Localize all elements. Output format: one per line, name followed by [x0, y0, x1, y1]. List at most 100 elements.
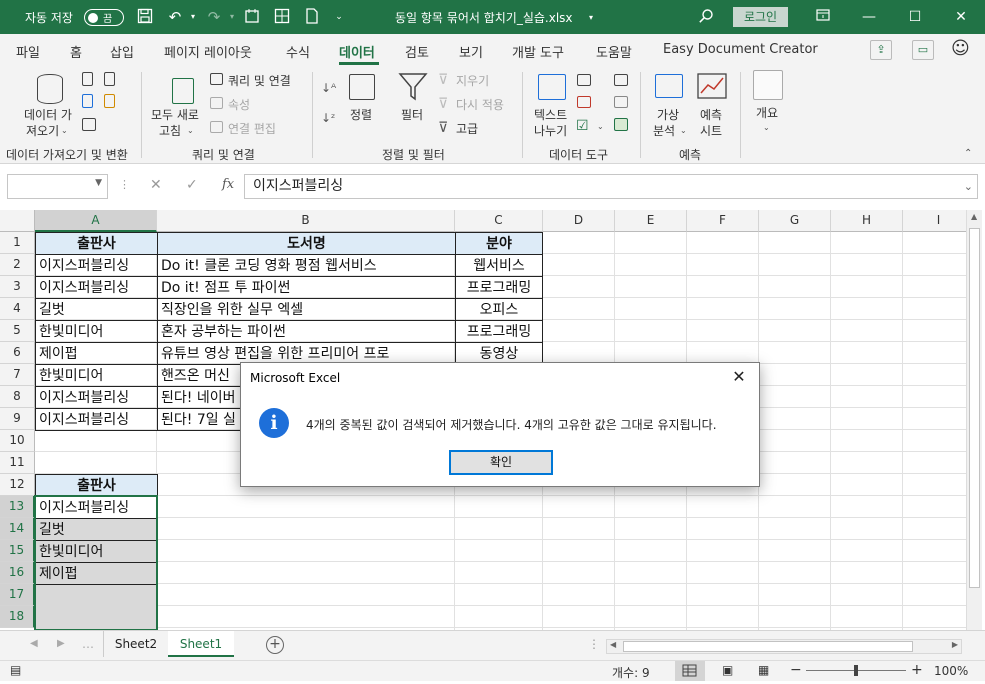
scroll-right-icon[interactable]: ▶ [952, 640, 958, 649]
text-to-columns-label-1[interactable]: 텍스트 [534, 106, 567, 123]
ok-button[interactable]: 확인 [449, 450, 553, 475]
forecast-label-2[interactable]: 시트 [700, 122, 722, 139]
column-header-b[interactable]: B [157, 210, 455, 232]
column-header-f[interactable]: F [687, 210, 759, 232]
undo-icon[interactable]: ↶ [166, 8, 184, 26]
column-header-e[interactable]: E [615, 210, 687, 232]
row-header[interactable]: 16 [0, 562, 35, 584]
relationships-icon[interactable] [614, 96, 628, 108]
horizontal-scroll-thumb[interactable] [623, 641, 913, 652]
normal-view-icon[interactable] [675, 661, 705, 681]
refresh-all-label-2[interactable]: 고침 [159, 122, 181, 139]
column-header-c[interactable]: C [455, 210, 543, 232]
whatif-dropdown-icon[interactable]: ⌄ [680, 123, 687, 139]
table-cell[interactable]: 이지스퍼블리싱 [35, 408, 158, 431]
save-icon[interactable] [136, 8, 154, 26]
table-cell[interactable]: 웹서비스 [455, 254, 543, 277]
autosave-toggle[interactable]: 끔 [84, 9, 124, 26]
row-header[interactable]: 8 [0, 386, 35, 408]
filter-button[interactable]: 필터 [401, 106, 423, 123]
row-header[interactable]: 7 [0, 364, 35, 386]
get-data-dropdown-icon[interactable]: ⌄ [61, 123, 68, 139]
sort-button[interactable]: 정렬 [350, 106, 372, 123]
clear-filter-button[interactable]: 지우기 [456, 72, 489, 89]
table-header-cell[interactable]: 출판사 [35, 232, 158, 255]
tab-page-layout[interactable]: 페이지 레이아웃 [164, 42, 252, 61]
column-header-g[interactable]: G [759, 210, 831, 232]
row-header[interactable]: 18 [0, 606, 35, 628]
table-cell[interactable]: 혼자 공부하는 파이썬 [157, 320, 456, 343]
whatif-label-2[interactable]: 분석 [653, 122, 675, 139]
table-cell[interactable]: 길벗 [35, 298, 158, 321]
table-cell[interactable]: Do it! 클론 코딩 영화 평점 웹서비스 [157, 254, 456, 277]
add-sheet-icon[interactable]: + [266, 636, 284, 654]
properties-button[interactable]: 속성 [228, 96, 250, 113]
queries-connections-button[interactable]: 쿼리 및 연결 [228, 72, 291, 89]
sort-descending-icon[interactable]: ↓ᶻ [321, 110, 335, 126]
get-data-label-2[interactable]: 져오기 [26, 122, 59, 139]
row-header[interactable]: 6 [0, 342, 35, 364]
row-header[interactable]: 3 [0, 276, 35, 298]
collapse-ribbon-icon[interactable]: ⌃ [964, 146, 972, 162]
tab-home[interactable]: 홈 [70, 42, 82, 61]
row-header[interactable]: 2 [0, 254, 35, 276]
outline-button[interactable]: 개요 [756, 104, 778, 121]
table-cell[interactable]: 프로그래밍 [455, 276, 543, 299]
whatif-label-1[interactable]: 가상 [657, 106, 679, 123]
formula-input[interactable]: 이지스퍼블리싱 ⌄ [244, 174, 978, 199]
new-file-icon[interactable] [303, 8, 321, 26]
dialog-close-icon[interactable]: ✕ [727, 365, 751, 389]
row-header[interactable]: 15 [0, 540, 35, 562]
table-header-cell[interactable]: 도서명 [157, 232, 456, 255]
unique-header-cell[interactable]: 출판사 [35, 474, 158, 497]
filename-dropdown-icon[interactable]: ▾ [582, 9, 600, 27]
zoom-in-icon[interactable]: + [911, 662, 923, 678]
search-icon[interactable] [697, 8, 715, 26]
flash-fill-icon[interactable] [577, 74, 591, 86]
table-cell[interactable]: 오피스 [455, 298, 543, 321]
feedback-smiley-icon[interactable]: ☺ [951, 38, 970, 59]
tab-data[interactable]: 데이터 [339, 42, 375, 61]
tab-file[interactable]: 파일 [16, 42, 40, 61]
row-header[interactable]: 1 [0, 232, 35, 254]
table-cell[interactable]: Do it! 점프 투 파이썬 [157, 276, 456, 299]
table-cell[interactable]: 이지스퍼블리싱 [35, 276, 158, 299]
existing-connections-icon[interactable] [82, 118, 96, 131]
insert-function-button[interactable]: fx [222, 177, 234, 192]
row-header[interactable]: 11 [0, 452, 35, 474]
text-to-columns-label-2[interactable]: 나누기 [534, 122, 567, 139]
column-header-d[interactable]: D [543, 210, 615, 232]
horizontal-scrollbar[interactable]: ◀ ▶ [606, 639, 962, 654]
table-cell[interactable]: 한빛미디어 [35, 364, 158, 387]
cancel-formula-icon[interactable]: ✕ [150, 177, 162, 193]
row-header[interactable]: 12 [0, 474, 35, 496]
name-box[interactable]: ▼ [7, 174, 108, 199]
remove-duplicates-icon[interactable] [577, 96, 591, 108]
sheet-next-icon[interactable]: ▶ [57, 638, 65, 649]
redo-dropdown-icon[interactable]: ▾ [223, 8, 241, 26]
table-header-cell[interactable]: 분야 [455, 232, 543, 255]
select-all-corner[interactable] [0, 210, 35, 232]
minimize-icon[interactable]: — [854, 6, 884, 28]
table-cell[interactable]: 한빛미디어 [35, 320, 158, 343]
column-header-i[interactable]: I [903, 210, 975, 232]
refresh-dropdown-icon[interactable]: ⌄ [187, 123, 194, 139]
vertical-scrollbar[interactable]: ▲ [966, 210, 982, 630]
tab-developer[interactable]: 개발 도구 [512, 42, 564, 61]
row-header[interactable]: 4 [0, 298, 35, 320]
get-data-label-1[interactable]: 데이터 가 [24, 106, 72, 123]
maximize-icon[interactable]: ☐ [900, 6, 930, 28]
from-table-icon[interactable] [82, 94, 93, 108]
customize-toolbar-icon[interactable]: ⌄ [330, 8, 348, 26]
consolidate-icon[interactable] [614, 74, 628, 86]
tab-easy-document-creator[interactable]: Easy Document Creator [663, 42, 818, 57]
sheet-tab-sheet2[interactable]: Sheet2 [103, 631, 168, 657]
formula-bar-grip-icon[interactable]: ⋮ [119, 178, 130, 191]
forecast-label-1[interactable]: 예측 [700, 106, 722, 123]
undo-dropdown-icon[interactable]: ▾ [184, 8, 202, 26]
tab-split-handle[interactable]: ⋮ [588, 637, 600, 651]
advanced-filter-button[interactable]: 고급 [456, 120, 478, 137]
tab-formulas[interactable]: 수식 [286, 42, 310, 61]
page-layout-view-icon[interactable]: ▣ [722, 663, 733, 677]
sort-ascending-icon[interactable]: ↓ᴬ [321, 80, 336, 96]
